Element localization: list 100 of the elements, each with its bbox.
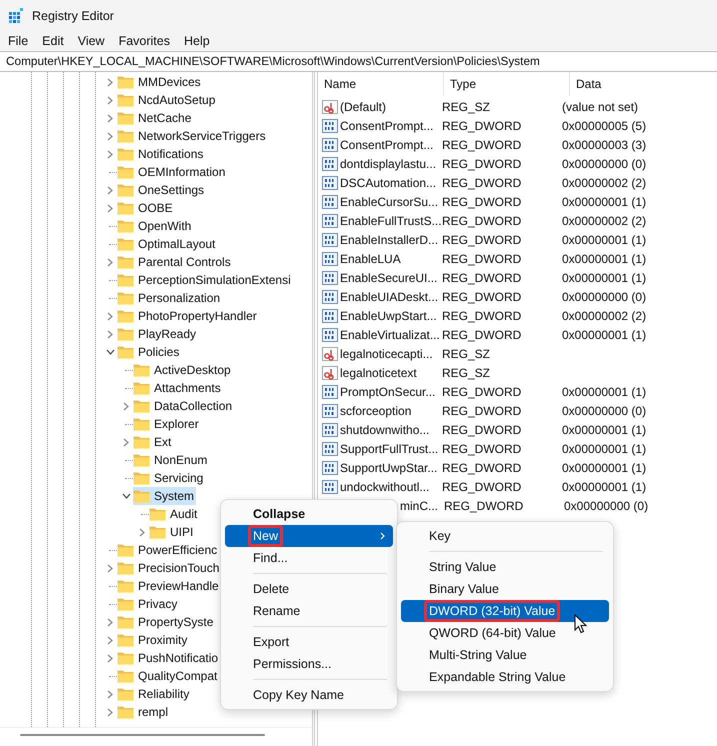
chevron-right-icon[interactable] [107, 204, 113, 212]
tree-item[interactable]: NetworkServiceTriggers [117, 127, 268, 145]
tree-item[interactable]: MMDevices [117, 73, 203, 91]
chevron-down-icon[interactable] [122, 493, 130, 499]
menu-item[interactable]: New [225, 525, 393, 547]
menu-item[interactable]: String Value [401, 556, 609, 578]
value-name[interactable]: scforceoption [340, 404, 412, 418]
tree-item[interactable]: Notifications [117, 145, 206, 163]
chevron-right-icon[interactable] [107, 564, 113, 572]
address-field[interactable]: Computer\HKEY_LOCAL_MACHINE\SOFTWARE\Microsoft\Windows\CurrentVersion\Policies\System [0, 51, 717, 72]
tree-item[interactable]: Personalization [117, 289, 222, 307]
menu-bar-item[interactable]: File [2, 34, 34, 48]
chevron-right-icon[interactable] [107, 690, 113, 698]
chevron-right-icon[interactable] [107, 96, 113, 104]
value-name[interactable]: EnableFullTrustS... [340, 214, 442, 228]
menu-item[interactable]: Key [401, 525, 609, 547]
tree-item[interactable]: Policies [117, 343, 182, 361]
value-name[interactable]: EnableUwpStart... [340, 308, 437, 322]
value-name[interactable]: EnableLUA [340, 252, 401, 266]
tree-item[interactable]: Privacy [117, 595, 180, 613]
menu-item[interactable]: Binary Value [401, 578, 609, 600]
value-name[interactable]: dontdisplaylastu... [340, 156, 436, 170]
tree-item[interactable]: OEMInformation [117, 163, 228, 181]
chevron-right-icon[interactable] [139, 528, 145, 536]
tree-item[interactable]: Explorer [133, 415, 201, 433]
value-name[interactable]: EnableVirtualizat... [340, 328, 440, 342]
tree-item[interactable]: OptimalLayout [117, 235, 218, 253]
tree-item[interactable]: QualityCompat [117, 667, 220, 685]
column-header[interactable]: Data [570, 72, 695, 96]
value-name[interactable]: PromptOnSecur... [340, 384, 436, 398]
tree-item[interactable]: Reliability [117, 685, 192, 703]
chevron-right-icon[interactable] [107, 312, 113, 320]
tree-item[interactable]: PushNotificatio [117, 649, 220, 667]
tree-item[interactable]: System [133, 487, 196, 505]
tree-item[interactable]: Proximity [117, 631, 190, 649]
chevron-right-icon[interactable] [123, 438, 129, 446]
menu-item[interactable]: Expandable String Value [401, 666, 609, 688]
value-name[interactable]: EnableUIADeskt... [340, 290, 438, 304]
value-name[interactable]: SupportFullTrust... [340, 442, 438, 456]
tree-item[interactable]: PrecisionTouch [117, 559, 222, 577]
tree-item[interactable]: NetCache [117, 109, 194, 127]
tree-item[interactable]: Attachments [133, 379, 223, 397]
value-name[interactable]: DSCAutomation... [340, 176, 436, 190]
menu-item[interactable]: Permissions... [225, 653, 393, 675]
menu-item[interactable]: QWORD (64-bit) Value [401, 622, 609, 644]
value-name[interactable]: EnableCursorSu... [340, 194, 438, 208]
tree-item[interactable]: OpenWith [117, 217, 194, 235]
tree-item[interactable]: Audit [149, 505, 200, 523]
menu-item[interactable]: Multi-String Value [401, 644, 609, 666]
chevron-right-icon[interactable] [107, 708, 113, 716]
value-name[interactable]: shutdownwitho... [340, 422, 430, 436]
value-name[interactable]: (Default) [340, 100, 386, 114]
tree-item[interactable]: UIPI [149, 523, 196, 541]
tree-item[interactable]: Ext [133, 433, 174, 451]
menu-bar-item[interactable]: Favorites [112, 34, 176, 48]
tree-item[interactable]: PreviewHandle [117, 577, 221, 595]
value-name[interactable]: EnableInstallerD... [340, 232, 438, 246]
value-name[interactable]: undockwithoutl... [340, 480, 430, 494]
chevron-right-icon[interactable] [107, 114, 113, 122]
value-name[interactable]: ConsentPrompt... [340, 138, 434, 152]
value-name[interactable]: legalnoticecapti... [340, 346, 433, 360]
tree-item[interactable]: Parental Controls [117, 253, 233, 271]
chevron-right-icon[interactable] [107, 150, 113, 158]
tree-item[interactable]: NcdAutoSetup [117, 91, 218, 109]
menu-bar-item[interactable]: View [72, 34, 111, 48]
value-name[interactable]: ConsentPrompt... [340, 118, 434, 132]
chevron-right-icon[interactable] [107, 78, 113, 86]
tree-item[interactable]: OneSettings [117, 181, 206, 199]
value-name[interactable]: SupportUwpStar... [340, 460, 438, 474]
tree-item[interactable]: NonEnum [133, 451, 210, 469]
chevron-right-icon[interactable] [123, 402, 129, 410]
menu-item[interactable]: Copy Key Name [225, 684, 393, 706]
chevron-right-icon[interactable] [107, 330, 113, 338]
menu-bar-item[interactable]: Help [178, 34, 216, 48]
menu-item[interactable]: DWORD (32-bit) Value [401, 600, 609, 622]
menu-item[interactable]: Find... [225, 547, 393, 569]
menu-item[interactable]: Delete [225, 578, 393, 600]
menu-bar-item[interactable]: Edit [36, 34, 70, 48]
tree-item[interactable]: OOBE [117, 199, 175, 217]
value-name[interactable]: legalnoticetext [340, 366, 417, 380]
column-header[interactable]: Type [444, 72, 570, 96]
tree-item[interactable]: PropertySyste [117, 613, 216, 631]
tree-item[interactable]: PowerEfficienc [117, 541, 220, 559]
tree-item[interactable]: PerceptionSimulationExtensi [117, 271, 293, 289]
column-header[interactable]: Name [318, 72, 444, 96]
chevron-down-icon[interactable] [106, 349, 114, 355]
menu-item[interactable]: Export [225, 631, 393, 653]
chevron-right-icon[interactable] [107, 654, 113, 662]
menu-item[interactable]: Rename [225, 600, 393, 622]
value-name[interactable]: minC... [400, 498, 438, 512]
chevron-right-icon[interactable] [107, 186, 113, 194]
tree-item[interactable]: PlayReady [117, 325, 198, 343]
chevron-right-icon[interactable] [107, 132, 113, 140]
tree-item[interactable]: ActiveDesktop [133, 361, 233, 379]
scrollbar-thumb[interactable] [20, 734, 265, 736]
tree-item[interactable]: rempl [117, 703, 170, 721]
chevron-right-icon[interactable] [107, 258, 113, 266]
tree-item[interactable]: Servicing [133, 469, 206, 487]
tree-item[interactable]: DataCollection [133, 397, 234, 415]
tree-item[interactable]: PhotoPropertyHandler [117, 307, 259, 325]
